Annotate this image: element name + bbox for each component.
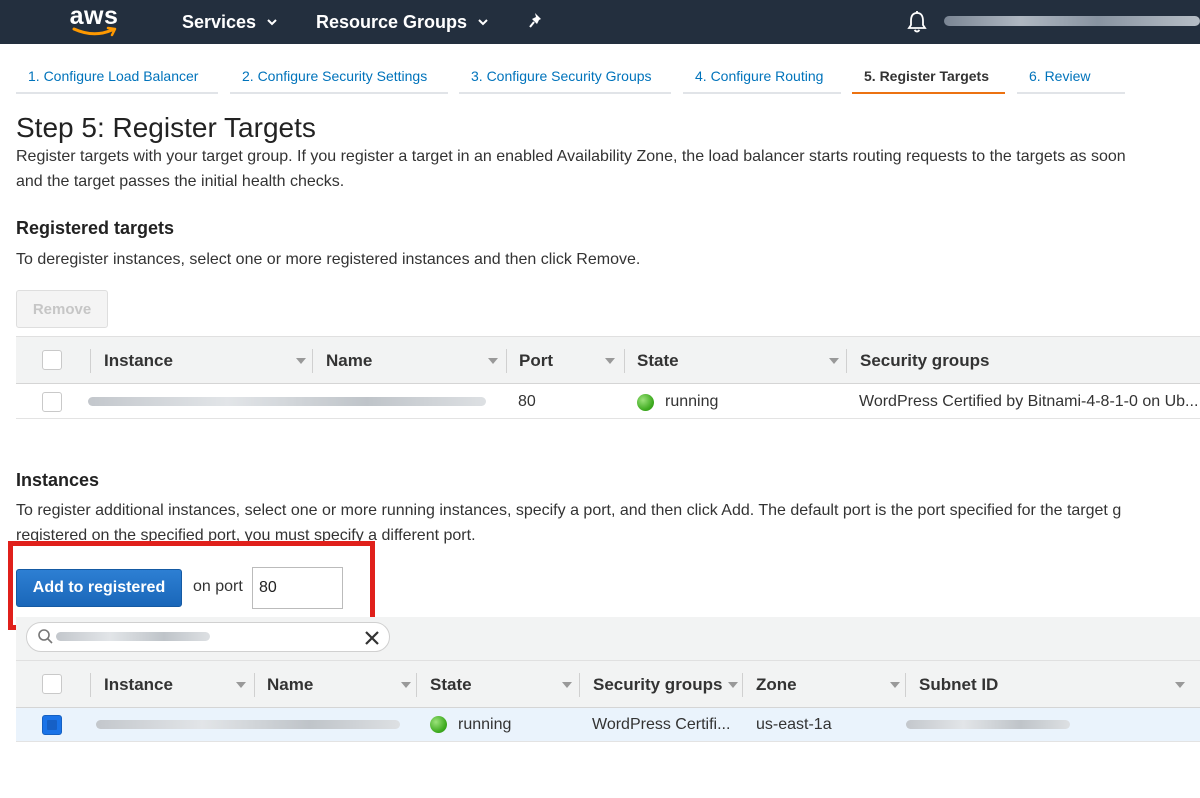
intro-text-line-1: Register targets with your target group.… <box>16 148 1126 165</box>
tab-register-targets[interactable]: 5. Register Targets <box>852 56 1005 94</box>
sort-icon[interactable] <box>829 358 839 364</box>
table-row[interactable]: 80 running WordPress Certified by Bitnam… <box>16 385 1200 419</box>
chevron-down-icon <box>267 19 277 26</box>
column-security-groups[interactable]: Security groups <box>593 661 743 709</box>
state-cell: running <box>458 716 512 733</box>
column-zone-label: Zone <box>756 675 797 694</box>
services-menu[interactable]: Services <box>182 0 278 44</box>
sort-icon[interactable] <box>890 682 900 688</box>
select-all-checkbox[interactable] <box>42 674 62 694</box>
row-checkbox[interactable] <box>42 715 62 735</box>
tab-configure-routing[interactable]: 4. Configure Routing <box>683 56 841 94</box>
column-security-groups[interactable]: Security groups <box>860 337 1160 385</box>
column-state-label: State <box>637 351 679 370</box>
registered-table-header: Instance Name Port State Security groups <box>16 336 1200 384</box>
tab-configure-security-settings[interactable]: 2. Configure Security Settings <box>230 56 448 94</box>
instances-table-header: Instance Name State Security groups Zone… <box>16 660 1200 708</box>
tab-configure-load-balancer[interactable]: 1. Configure Load Balancer <box>16 56 218 94</box>
resource-groups-label: Resource Groups <box>316 11 468 32</box>
running-status-icon <box>637 394 654 411</box>
column-separator <box>416 673 417 697</box>
sort-icon[interactable] <box>296 358 306 364</box>
column-separator <box>905 673 906 697</box>
sort-icon[interactable] <box>562 682 572 688</box>
column-instance[interactable]: Instance <box>104 337 312 385</box>
column-separator <box>506 349 507 373</box>
column-separator <box>312 349 313 373</box>
registered-targets-description: To deregister instances, select one or m… <box>16 251 641 268</box>
sort-icon[interactable] <box>488 358 498 364</box>
column-instance-label: Instance <box>104 351 173 370</box>
security-groups-cell: WordPress Certified by Bitnami-4-8-1-0 o… <box>859 393 1199 410</box>
instances-title: Instances <box>16 470 100 490</box>
zone-cell: us-east-1a <box>756 716 832 733</box>
intro-text-line-2: and the target passes the initial health… <box>16 173 345 190</box>
column-separator <box>90 349 91 373</box>
tab-review[interactable]: 6. Review <box>1017 56 1125 94</box>
column-subnet-id[interactable]: Subnet ID <box>919 661 1189 709</box>
subnet-id-redacted <box>906 720 1070 729</box>
column-separator <box>579 673 580 697</box>
column-state[interactable]: State <box>430 661 580 709</box>
wizard-steps: 1. Configure Load Balancer 2. Configure … <box>0 56 1200 96</box>
column-name[interactable]: Name <box>326 337 508 385</box>
column-separator <box>624 349 625 373</box>
column-state-label: State <box>430 675 472 694</box>
column-state[interactable]: State <box>637 337 841 385</box>
security-groups-cell: WordPress Certifi... <box>592 716 731 733</box>
account-menu-redacted[interactable] <box>944 16 1200 26</box>
column-port-label: Port <box>519 351 553 370</box>
instances-description-line-1: To register additional instances, select… <box>16 502 1122 519</box>
remove-button[interactable]: Remove <box>16 290 108 328</box>
sort-icon[interactable] <box>728 682 738 688</box>
column-instance-label: Instance <box>104 675 173 694</box>
column-separator <box>846 349 847 373</box>
search-query-redacted <box>56 632 210 641</box>
resource-groups-menu[interactable]: Resource Groups <box>316 0 489 44</box>
instance-id-redacted <box>96 720 400 729</box>
column-name-label: Name <box>267 675 314 694</box>
running-status-icon <box>430 716 447 733</box>
top-nav: aws Services Resource Groups <box>0 0 1200 44</box>
tab-configure-security-groups[interactable]: 3. Configure Security Groups <box>459 56 671 94</box>
aws-smile-icon <box>72 26 117 37</box>
column-name-label: Name <box>326 351 373 370</box>
column-subnet-id-label: Subnet ID <box>919 675 999 694</box>
column-security-groups-label: Security groups <box>860 351 990 370</box>
sort-icon[interactable] <box>605 358 615 364</box>
aws-logo[interactable]: aws <box>66 2 122 40</box>
bell-icon[interactable] <box>906 10 928 34</box>
sort-icon[interactable] <box>1175 682 1185 688</box>
sort-icon[interactable] <box>401 682 411 688</box>
port-cell: 80 <box>518 393 536 410</box>
sort-icon[interactable] <box>236 682 246 688</box>
chevron-down-icon <box>478 19 488 26</box>
close-icon[interactable] <box>362 628 382 648</box>
services-label: Services <box>182 11 257 32</box>
instance-id-redacted <box>88 397 486 406</box>
pin-icon[interactable] <box>528 12 546 30</box>
column-separator <box>742 673 743 697</box>
select-all-checkbox[interactable] <box>42 350 62 370</box>
table-row[interactable]: running WordPress Certifi... us-east-1a <box>16 708 1200 742</box>
state-cell: running <box>665 393 719 410</box>
column-security-groups-label: Security groups <box>593 675 723 694</box>
registered-targets-title: Registered targets <box>16 218 175 238</box>
page-title: Step 5: Register Targets <box>16 112 316 143</box>
column-name[interactable]: Name <box>267 661 415 709</box>
column-instance[interactable]: Instance <box>104 661 256 709</box>
column-separator <box>254 673 255 697</box>
column-port[interactable]: Port <box>519 337 623 385</box>
column-zone[interactable]: Zone <box>756 661 904 709</box>
row-checkbox[interactable] <box>42 392 62 412</box>
search-icon <box>38 629 53 644</box>
column-separator <box>90 673 91 697</box>
